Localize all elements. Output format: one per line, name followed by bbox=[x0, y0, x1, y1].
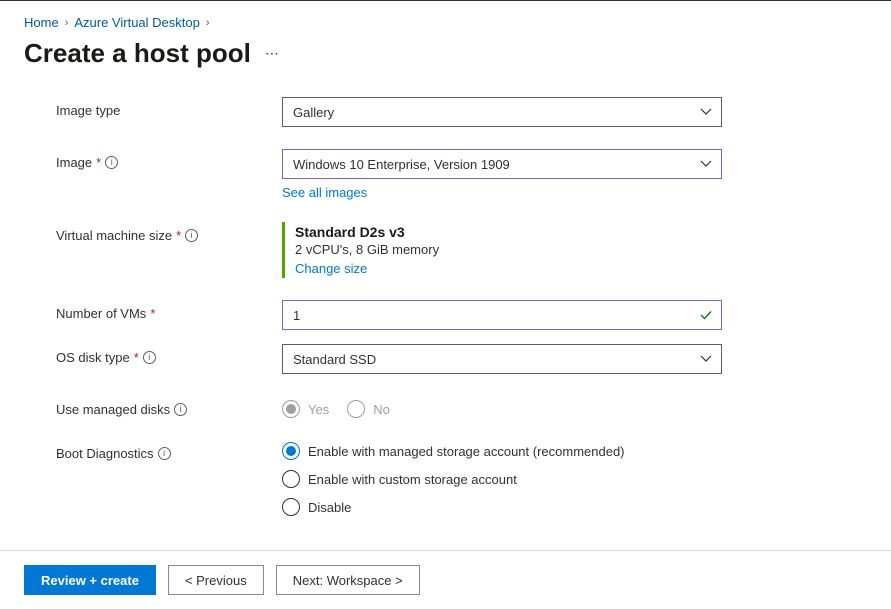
breadcrumb-avd[interactable]: Azure Virtual Desktop bbox=[74, 15, 200, 30]
chevron-down-icon bbox=[699, 157, 713, 171]
os-disk-select[interactable]: Standard SSD bbox=[282, 344, 722, 374]
footer: Review + create < Previous Next: Workspa… bbox=[0, 550, 891, 609]
managed-disks-no-radio: No bbox=[347, 400, 390, 418]
chevron-down-icon bbox=[699, 105, 713, 119]
boot-diag-managed-radio[interactable]: Enable with managed storage account (rec… bbox=[282, 442, 722, 460]
num-vms-input[interactable]: 1 bbox=[282, 300, 722, 330]
radio-label: Disable bbox=[308, 500, 351, 515]
label-os-disk: OS disk type * i bbox=[56, 344, 282, 365]
image-type-select[interactable]: Gallery bbox=[282, 97, 722, 127]
boot-diag-disable-radio[interactable]: Disable bbox=[282, 498, 722, 516]
page-title: Create a host pool bbox=[24, 38, 251, 69]
radio-label: Enable with custom storage account bbox=[308, 472, 517, 487]
checkmark-icon bbox=[699, 308, 713, 322]
label-image-type: Image type bbox=[56, 97, 282, 118]
label-managed-disks: Use managed disks i bbox=[56, 396, 282, 417]
vm-size-name: Standard D2s v3 bbox=[295, 224, 722, 240]
managed-disks-yes-radio: Yes bbox=[282, 400, 329, 418]
chevron-right-icon: › bbox=[206, 17, 210, 29]
next-button[interactable]: Next: Workspace > bbox=[276, 565, 420, 595]
boot-diag-custom-radio[interactable]: Enable with custom storage account bbox=[282, 470, 722, 488]
radio-label: Enable with managed storage account (rec… bbox=[308, 444, 625, 459]
info-icon[interactable]: i bbox=[143, 351, 156, 364]
label-vm-size: Virtual machine size * i bbox=[56, 222, 282, 243]
vm-size-specs: 2 vCPU's, 8 GiB memory bbox=[295, 242, 722, 257]
label-image: Image * i bbox=[56, 149, 282, 170]
chevron-down-icon bbox=[699, 352, 713, 366]
info-icon[interactable]: i bbox=[158, 447, 171, 460]
info-icon[interactable]: i bbox=[174, 403, 187, 416]
radio-label: No bbox=[373, 402, 390, 417]
more-icon[interactable]: ⋯ bbox=[265, 45, 280, 62]
radio-label: Yes bbox=[308, 402, 329, 417]
breadcrumb: Home › Azure Virtual Desktop › bbox=[0, 11, 891, 38]
label-num-vms: Number of VMs * bbox=[56, 300, 282, 321]
image-select[interactable]: Windows 10 Enterprise, Version 1909 bbox=[282, 149, 722, 179]
image-value: Windows 10 Enterprise, Version 1909 bbox=[293, 157, 510, 172]
previous-button[interactable]: < Previous bbox=[168, 565, 264, 595]
see-all-images-link[interactable]: See all images bbox=[282, 185, 367, 200]
breadcrumb-home[interactable]: Home bbox=[24, 15, 59, 30]
image-type-value: Gallery bbox=[293, 105, 334, 120]
chevron-right-icon: › bbox=[65, 17, 69, 29]
os-disk-value: Standard SSD bbox=[293, 352, 376, 367]
label-boot-diag: Boot Diagnostics i bbox=[56, 440, 282, 461]
review-create-button[interactable]: Review + create bbox=[24, 565, 156, 595]
vm-size-card: Standard D2s v3 2 vCPU's, 8 GiB memory C… bbox=[282, 222, 722, 278]
num-vms-value: 1 bbox=[293, 308, 300, 323]
info-icon[interactable]: i bbox=[185, 229, 198, 242]
change-size-link[interactable]: Change size bbox=[295, 261, 367, 276]
info-icon[interactable]: i bbox=[105, 156, 118, 169]
